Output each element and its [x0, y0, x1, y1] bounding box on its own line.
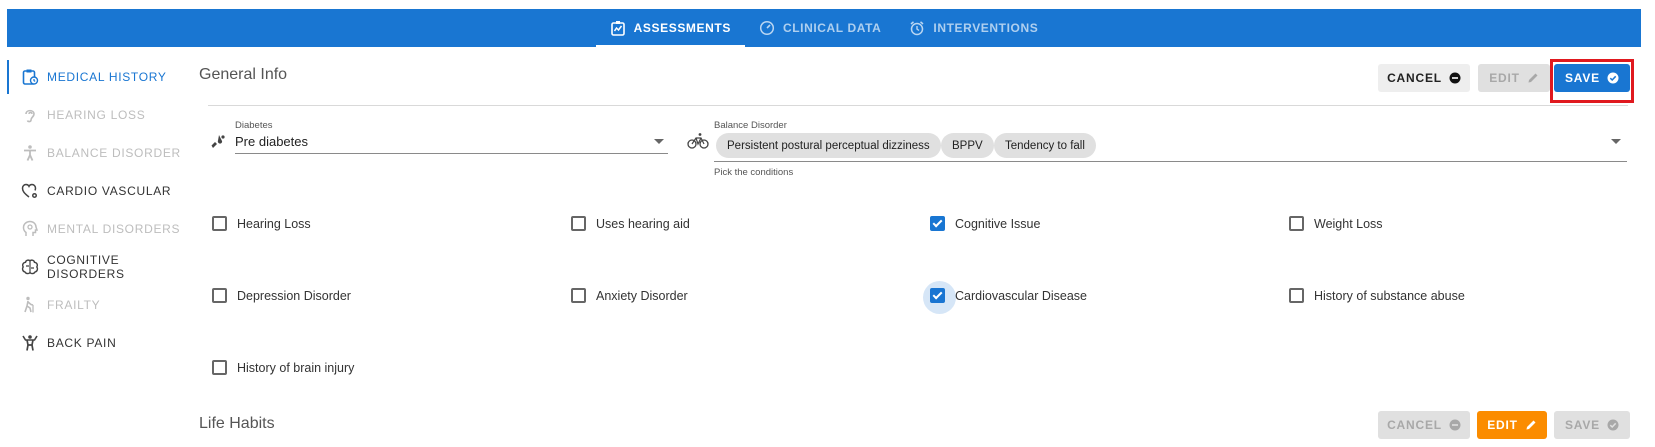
focus-halo — [923, 281, 956, 314]
checkbox-box — [212, 288, 227, 303]
diabetes-select[interactable]: Pre diabetes — [235, 134, 308, 149]
chip-pppd[interactable]: Persistent postural perceptual dizziness — [716, 133, 941, 158]
top-nav-bar: ASSESSMENTS CLINICAL DATA INTERVENTIONS — [7, 9, 1641, 47]
balance-disorder-label: Balance Disorder — [714, 120, 787, 131]
sidebar-item-label: BALANCE DISORDER — [47, 146, 181, 160]
checkbox-box — [212, 360, 227, 375]
checkbox-label: History of substance abuse — [1314, 288, 1465, 303]
diabetes-dropdown-arrow[interactable] — [654, 139, 664, 144]
section-title-life-habits: Life Habits — [199, 415, 275, 432]
balance-hint-text: Pick the conditions — [714, 167, 794, 178]
checkbox-box — [571, 288, 586, 303]
cancel-button-label: CANCEL — [1387, 71, 1442, 85]
sidebar-item-cardio-vascular[interactable]: CARDIO VASCULAR — [7, 172, 187, 210]
check-circle-icon — [1607, 419, 1619, 431]
ear-icon — [25, 109, 35, 123]
sidebar: MEDICAL HISTORY HEARING LOSS BALANCE DIS… — [7, 58, 187, 362]
bicycle-icon — [687, 133, 709, 149]
edit-button[interactable]: EDIT — [1478, 64, 1550, 92]
sidebar-item-label: BACK PAIN — [47, 336, 117, 350]
checkbox-box — [571, 216, 586, 231]
edit-button-label: EDIT — [1487, 418, 1518, 432]
save-button-highlight — [1550, 59, 1634, 103]
sidebar-item-label: CARDIO VASCULAR — [47, 184, 172, 198]
minus-circle-icon — [1449, 419, 1461, 431]
checkbox-label: Depression Disorder — [237, 288, 351, 303]
head-icon — [22, 220, 39, 236]
checkbox-anxiety-disorder[interactable]: Anxiety Disorder — [571, 288, 688, 303]
sidebar-item-label: MEDICAL HISTORY — [47, 70, 167, 84]
balance-underline — [714, 161, 1627, 162]
chip-bppv[interactable]: BPPV — [941, 133, 994, 158]
section-divider — [208, 105, 1628, 106]
brain-icon — [21, 259, 39, 275]
checkbox-uses-hearing-aid[interactable]: Uses hearing aid — [571, 216, 690, 231]
checkbox-label: Uses hearing aid — [596, 216, 690, 231]
clipboard-clock-icon — [22, 69, 39, 85]
checkbox-history-brain-injury[interactable]: History of brain injury — [212, 360, 354, 375]
cancel-button-label: CANCEL — [1387, 418, 1442, 432]
checkbox-label: Weight Loss — [1314, 216, 1383, 231]
checkbox-depression-disorder[interactable]: Depression Disorder — [212, 288, 351, 303]
gauge-icon — [759, 20, 774, 36]
sidebar-item-label: COGNITIVE DISORDERS — [47, 253, 125, 281]
tab-label: CLINICAL DATA — [782, 21, 882, 35]
tab-label: ASSESSMENTS — [633, 21, 731, 35]
sidebar-item-hearing-loss[interactable]: HEARING LOSS — [7, 96, 187, 134]
checkbox-box — [923, 281, 956, 314]
pencil-icon — [1526, 420, 1536, 430]
diabetes-label: Diabetes — [235, 120, 273, 131]
tab-label: INTERVENTIONS — [933, 21, 1039, 35]
checkbox-cognitive-issue[interactable]: Cognitive Issue — [930, 216, 1040, 231]
sidebar-item-cognitive-disorders[interactable]: COGNITIVE DISORDERS — [7, 248, 187, 286]
checkbox-label: Cognitive Issue — [955, 216, 1041, 231]
sidebar-item-back-pain[interactable]: BACK PAIN — [7, 324, 187, 362]
cancel-button[interactable]: CANCEL — [1378, 64, 1470, 92]
minus-circle-icon — [1449, 72, 1461, 84]
save-button-label: SAVE — [1565, 418, 1600, 432]
life-habits-cancel-button[interactable]: CANCEL — [1378, 411, 1470, 439]
checkbox-weight-loss[interactable]: Weight Loss — [1289, 216, 1383, 231]
sidebar-item-balance-disorder[interactable]: BALANCE DISORDER — [7, 134, 187, 172]
blood-drop-icon — [211, 135, 225, 148]
checkbox-hearing-loss[interactable]: Hearing Loss — [212, 216, 311, 231]
sidebar-item-label: MENTAL DISORDERS — [47, 222, 181, 236]
assessment-icon — [610, 21, 625, 36]
checkbox-cardiovascular-disease[interactable]: Cardiovascular Disease — [923, 281, 1088, 314]
sidebar-item-label: HEARING LOSS — [47, 108, 146, 122]
checkbox-label: Hearing Loss — [237, 216, 311, 231]
checkbox-box — [1289, 216, 1304, 231]
checkbox-box — [930, 216, 945, 231]
life-habits-save-button[interactable]: SAVE — [1554, 411, 1630, 439]
balance-dropdown-arrow[interactable] — [1611, 139, 1621, 144]
checkbox-label: History of brain injury — [237, 360, 355, 375]
tab-interventions[interactable]: INTERVENTIONS — [895, 9, 1052, 47]
chip-tendency-to-fall[interactable]: Tendency to fall — [994, 133, 1096, 158]
life-habits-edit-button[interactable]: EDIT — [1477, 411, 1547, 439]
heart-gear-icon — [21, 183, 37, 198]
walking-cane-icon — [24, 296, 34, 313]
checkbox-label: Anxiety Disorder — [596, 288, 688, 303]
pencil-icon — [1528, 73, 1538, 83]
sidebar-item-label: FRAILTY — [47, 298, 101, 312]
sidebar-item-mental-disorders[interactable]: MENTAL DISORDERS — [7, 210, 187, 248]
tab-assessments[interactable]: ASSESSMENTS — [595, 9, 746, 47]
checkbox-box — [1289, 288, 1304, 303]
diabetes-underline — [235, 153, 668, 154]
checkbox-box — [212, 216, 227, 231]
back-pain-icon — [22, 335, 38, 351]
sidebar-item-medical-history[interactable]: MEDICAL HISTORY — [7, 58, 187, 96]
sidebar-item-frailty[interactable]: FRAILTY — [7, 286, 187, 324]
alarm-icon — [910, 21, 924, 36]
checkbox-label: Cardiovascular Disease — [955, 288, 1088, 303]
person-icon — [24, 145, 36, 161]
section-title-general-info: General Info — [199, 66, 288, 83]
tab-clinical-data[interactable]: CLINICAL DATA — [745, 9, 895, 47]
edit-button-label: EDIT — [1489, 71, 1520, 85]
checkbox-history-substance-abuse[interactable]: History of substance abuse — [1289, 288, 1465, 303]
